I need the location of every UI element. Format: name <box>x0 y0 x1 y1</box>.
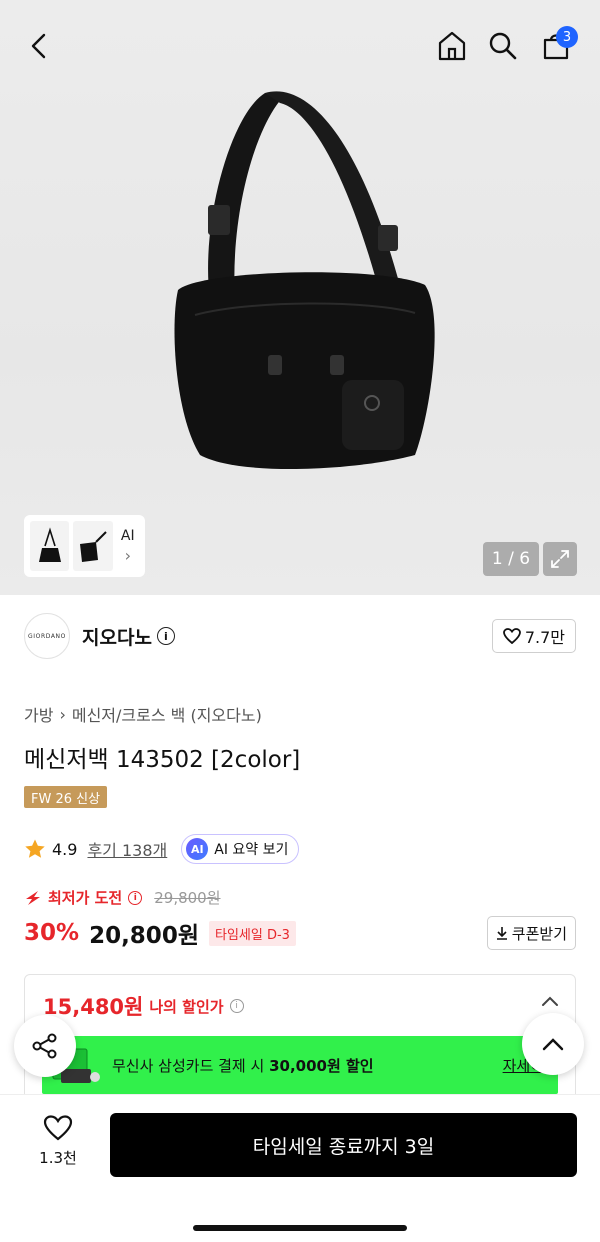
my-price-row: 15,480원 나의 할인가 i <box>43 991 244 1021</box>
brand-like-button[interactable]: 7.7만 <box>491 619 576 653</box>
ai-summary-label: AI 요약 보기 <box>214 842 289 858</box>
bag-thumbnail-icon <box>38 527 61 562</box>
brand-logo-text: GIORDANO <box>28 632 66 640</box>
bag-thumbnail-icon <box>79 531 107 562</box>
download-icon <box>496 927 507 940</box>
rating-value: 4.9 <box>52 839 78 859</box>
review-count-link[interactable]: 후기 138개 <box>87 837 167 861</box>
search-button[interactable] <box>481 24 525 68</box>
rating-row: 4.9 후기 138개 AI AI 요약 보기 <box>24 834 300 864</box>
breadcrumb-item[interactable]: 가방 <box>24 702 53 726</box>
brand-row: GIORDANO 지오다노 i 7.7만 <box>24 612 576 660</box>
heart-icon <box>502 628 521 644</box>
wishlist-count: 1.3천 <box>39 1149 77 1167</box>
star-icon <box>25 839 45 858</box>
breadcrumb: 가방 › 메신저/크로스 백 (지오다노) <box>24 702 262 726</box>
lowest-price-row: 최저가 도전 i 29,800원 <box>24 887 221 908</box>
chevron-up-icon[interactable] <box>541 995 559 1007</box>
search-icon <box>489 32 517 60</box>
info-icon[interactable]: i <box>128 890 143 905</box>
cart-count-badge: 3 <box>556 26 578 48</box>
coupon-label: 쿠폰받기 <box>511 924 567 943</box>
season-tag: FW 26 신상 <box>24 786 108 808</box>
ai-label: AI <box>120 527 135 544</box>
product-title: 메신저백 143502 [2color] <box>24 747 301 773</box>
image-pager: 1 / 6 <box>483 542 539 576</box>
home-icon <box>438 31 466 61</box>
chevron-right-icon: › <box>124 545 131 565</box>
buy-button[interactable]: 타임세일 종료까지 3일 <box>110 1113 577 1177</box>
chevron-left-icon <box>31 33 46 59</box>
brand-like-count: 7.7만 <box>524 628 565 647</box>
promo-text-prefix: 무신사 삼성카드 결제 시 <box>112 1056 270 1075</box>
promo-banner[interactable]: 무신사 삼성카드 결제 시 30,000원 할인 자세히 <box>42 1036 558 1094</box>
share-button[interactable] <box>14 1015 76 1077</box>
promo-text: 무신사 삼성카드 결제 시 30,000원 할인 <box>112 1055 374 1076</box>
chevron-right-icon: › <box>59 704 66 724</box>
home-button[interactable] <box>430 24 474 68</box>
lowest-price-label: 최저가 도전 <box>48 889 123 907</box>
wishlist-button[interactable]: 1.3천 <box>30 1115 86 1168</box>
breadcrumb-item[interactable]: 메신저/크로스 백 (지오다노) <box>72 702 262 726</box>
promo-text-highlight: 30,000원 할인 <box>269 1056 374 1075</box>
expand-icon <box>551 550 569 568</box>
discount-rate: 30% <box>24 920 80 946</box>
ai-image-button[interactable]: AI › <box>117 521 139 571</box>
ai-badge-icon: AI <box>186 838 209 860</box>
sale-price: 20,800원 <box>89 923 199 949</box>
timesale-badge: 타임세일 D-3 <box>208 920 296 946</box>
product-image-gallery[interactable]: 3 AI › 1 / 6 <box>0 0 600 595</box>
my-discount-label: 나의 할인가 <box>149 997 224 1016</box>
scroll-top-button[interactable] <box>522 1013 584 1075</box>
thumbnail-1[interactable] <box>30 521 70 571</box>
ai-summary-button[interactable]: AI AI 요약 보기 <box>181 834 300 864</box>
cart-button[interactable]: 3 <box>534 24 578 68</box>
share-icon <box>32 1033 57 1059</box>
brand-logo[interactable]: GIORDANO <box>24 613 70 659</box>
heart-icon <box>43 1115 73 1141</box>
thumbnail-2[interactable] <box>73 521 113 571</box>
coupon-button[interactable]: 쿠폰받기 <box>486 916 576 950</box>
my-discount-price: 15,480원 <box>43 995 144 1019</box>
home-indicator <box>193 1225 407 1231</box>
chevron-up-icon <box>542 1038 564 1051</box>
info-icon[interactable]: i <box>229 999 244 1013</box>
price-row: 30% 20,800원 타임세일 D-3 쿠폰받기 <box>24 915 576 951</box>
bottom-action-bar: 1.3천 타임세일 종료까지 3일 <box>0 1094 600 1242</box>
brand-name[interactable]: 지오다노 <box>82 623 152 650</box>
top-navigation-bar: 3 <box>0 0 600 92</box>
image-thumbnail-strip[interactable]: AI › <box>24 515 145 577</box>
product-image <box>174 91 435 469</box>
expand-image-button[interactable] <box>543 542 577 576</box>
lightning-icon <box>26 890 40 905</box>
info-icon[interactable]: i <box>156 627 175 645</box>
back-button[interactable] <box>18 24 62 68</box>
original-price: 29,800원 <box>154 889 221 907</box>
